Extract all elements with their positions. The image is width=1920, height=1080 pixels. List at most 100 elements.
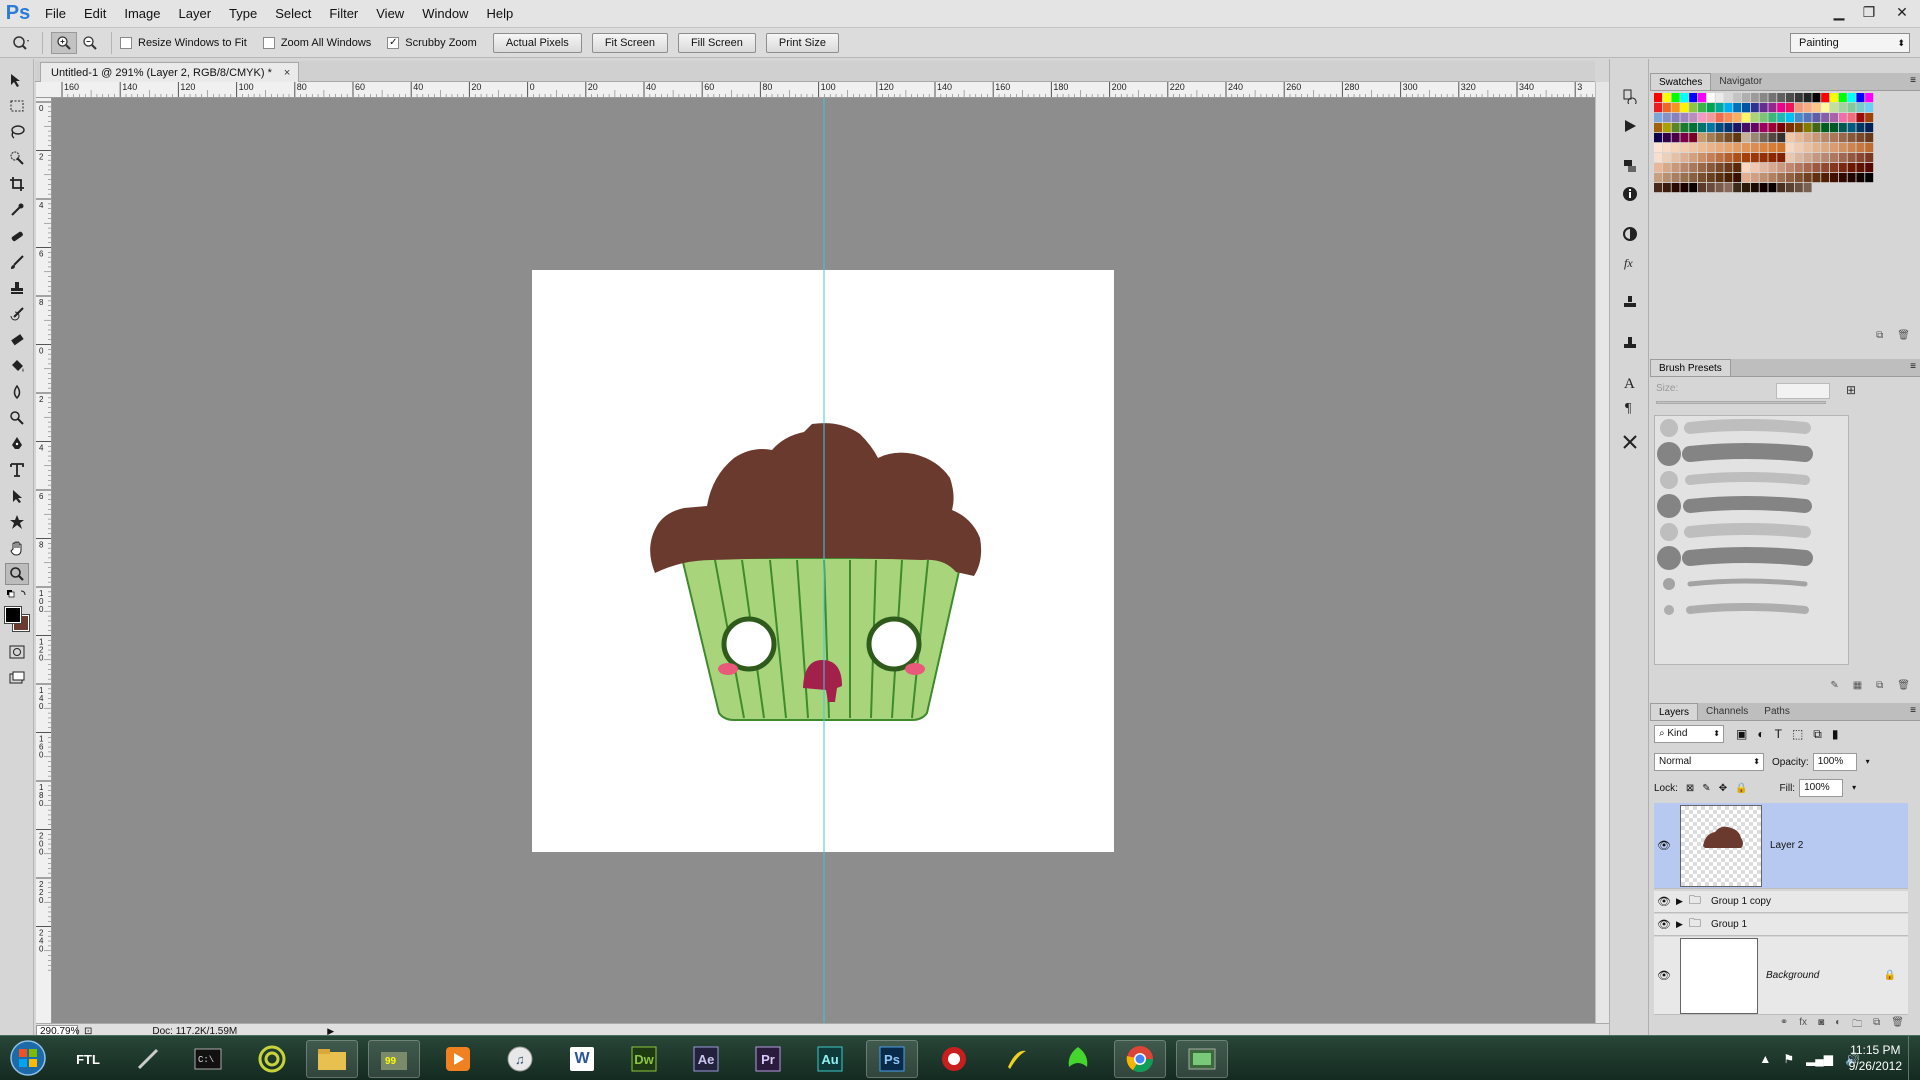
color-swatch[interactable] [1838, 93, 1847, 103]
color-swatch[interactable] [1654, 143, 1662, 153]
color-swatch[interactable] [1794, 123, 1803, 133]
layer-style-icon[interactable]: fx [1799, 1017, 1807, 1033]
zoom-tool-preset-icon[interactable] [8, 32, 34, 54]
lock-position-icon[interactable]: ✥ [1719, 783, 1727, 794]
delete-brush-icon[interactable]: 🗑 [1897, 680, 1910, 691]
color-swatch[interactable] [1856, 103, 1865, 113]
shape-filter-icon[interactable]: ⬚ [1792, 727, 1803, 741]
color-swatch[interactable] [1803, 93, 1812, 103]
menu-image[interactable]: Image [115, 0, 169, 28]
brush-stroke-preview[interactable] [1686, 603, 1809, 614]
brush-stroke-preview[interactable] [1684, 419, 1811, 434]
menu-filter[interactable]: Filter [320, 0, 367, 28]
color-swatch[interactable] [1865, 113, 1874, 123]
color-swatch[interactable] [1786, 173, 1794, 183]
color-swatch[interactable] [1847, 113, 1856, 123]
filter-toggle-icon[interactable]: ▮ [1832, 727, 1839, 741]
color-swatch[interactable] [1777, 153, 1786, 163]
brush-tip-preview[interactable] [1660, 523, 1678, 541]
panel-menu-icon[interactable]: ≡ [1910, 75, 1916, 86]
visibility-eye-icon[interactable]: 👁 [1654, 918, 1674, 931]
hand-tool-icon[interactable] [5, 537, 29, 559]
color-swatch[interactable] [1689, 143, 1698, 153]
layer-row-group-1[interactable]: 👁 ▶ 🗀 Group 1 [1654, 914, 1908, 936]
color-swatch[interactable] [1689, 103, 1698, 113]
zoom-tool-icon[interactable] [5, 563, 29, 585]
color-swatch[interactable] [1803, 163, 1812, 173]
game-icon[interactable]: 99 [368, 1040, 420, 1078]
media-player-icon[interactable] [432, 1040, 484, 1078]
layer-row-group-1-copy[interactable]: 👁 ▶ 🗀 Group 1 copy [1654, 891, 1908, 913]
color-swatch[interactable] [1794, 103, 1803, 113]
color-swatch[interactable] [1812, 143, 1821, 153]
color-swatch[interactable] [1768, 153, 1777, 163]
blur-tool-icon[interactable] [5, 381, 29, 403]
brush-stroke-preview[interactable] [1687, 578, 1808, 587]
color-swatch[interactable] [1724, 143, 1733, 153]
pen-icon[interactable] [122, 1040, 174, 1078]
color-swatch[interactable] [1706, 163, 1715, 173]
color-swatch[interactable] [1750, 163, 1759, 173]
color-swatch[interactable] [1715, 153, 1724, 163]
color-panel-icon[interactable] [1619, 155, 1641, 177]
brush-stroke-preview[interactable] [1683, 496, 1812, 513]
color-swatch[interactable] [1662, 153, 1671, 163]
tool-presets-panel-icon[interactable] [1619, 331, 1641, 353]
color-swatch[interactable] [1654, 133, 1662, 143]
color-swatch[interactable] [1847, 163, 1856, 173]
color-swatch[interactable] [1803, 183, 1812, 193]
color-swatch[interactable] [1680, 103, 1689, 113]
color-swatch[interactable] [1742, 113, 1750, 123]
history-panel-icon[interactable] [1619, 85, 1641, 107]
color-swatch[interactable] [1750, 153, 1759, 163]
brush-panel-icon[interactable] [1619, 431, 1641, 453]
color-swatch[interactable] [1733, 93, 1742, 103]
color-swatch[interactable] [1865, 123, 1874, 133]
color-swatch[interactable] [1794, 113, 1803, 123]
color-swatch[interactable] [1759, 93, 1768, 103]
color-swatch[interactable] [1759, 153, 1768, 163]
color-swatch[interactable] [1715, 93, 1724, 103]
restore-button[interactable]: ❐ [1854, 0, 1884, 24]
razer-icon[interactable] [1052, 1040, 1104, 1078]
color-swatch[interactable] [1786, 123, 1794, 133]
color-swatch[interactable] [1803, 123, 1812, 133]
color-swatch[interactable] [1759, 103, 1768, 113]
color-swatch[interactable] [1794, 173, 1803, 183]
color-swatch[interactable] [1786, 153, 1794, 163]
color-swatch[interactable] [1733, 123, 1742, 133]
color-swatch[interactable] [1768, 143, 1777, 153]
color-swatch[interactable] [1680, 143, 1689, 153]
color-swatch[interactable] [1724, 123, 1733, 133]
color-swatch[interactable] [1856, 173, 1865, 183]
workspace-select[interactable]: Painting ⬍ [1790, 33, 1910, 53]
color-swatch[interactable] [1689, 153, 1698, 163]
color-swatch[interactable] [1856, 113, 1865, 123]
fill-field[interactable]: 100% ▾ [1799, 779, 1856, 797]
color-swatch[interactable] [1654, 103, 1662, 113]
color-swatch[interactable] [1838, 163, 1847, 173]
color-swatch[interactable] [1830, 103, 1838, 113]
color-swatch[interactable] [1750, 173, 1759, 183]
tab-channels[interactable]: Channels [1698, 703, 1756, 720]
color-swatch[interactable] [1671, 93, 1680, 103]
color-swatch[interactable] [1689, 93, 1698, 103]
color-swatch[interactable] [1759, 143, 1768, 153]
scrubby-zoom-option[interactable]: ✓ Scrubby Zoom [387, 36, 477, 49]
color-swatch[interactable] [1733, 103, 1742, 113]
color-swatch[interactable] [1847, 143, 1856, 153]
color-swatch[interactable] [1662, 133, 1671, 143]
color-swatch[interactable] [1715, 163, 1724, 173]
lock-pixels-icon[interactable]: ✎ [1702, 783, 1710, 794]
delete-swatch-icon[interactable]: 🗑 [1897, 330, 1910, 341]
color-swatch[interactable] [1724, 113, 1733, 123]
pen-tool-icon[interactable] [5, 433, 29, 455]
color-swatch[interactable] [1838, 133, 1847, 143]
blend-mode-select[interactable]: Normal ⬍ [1654, 753, 1764, 771]
color-swatch[interactable] [1768, 103, 1777, 113]
type-tool-icon[interactable] [5, 459, 29, 481]
color-swatch[interactable] [1812, 123, 1821, 133]
quick-mask-icon[interactable] [5, 641, 29, 663]
color-swatch[interactable] [1768, 163, 1777, 173]
color-swatch[interactable] [1680, 153, 1689, 163]
